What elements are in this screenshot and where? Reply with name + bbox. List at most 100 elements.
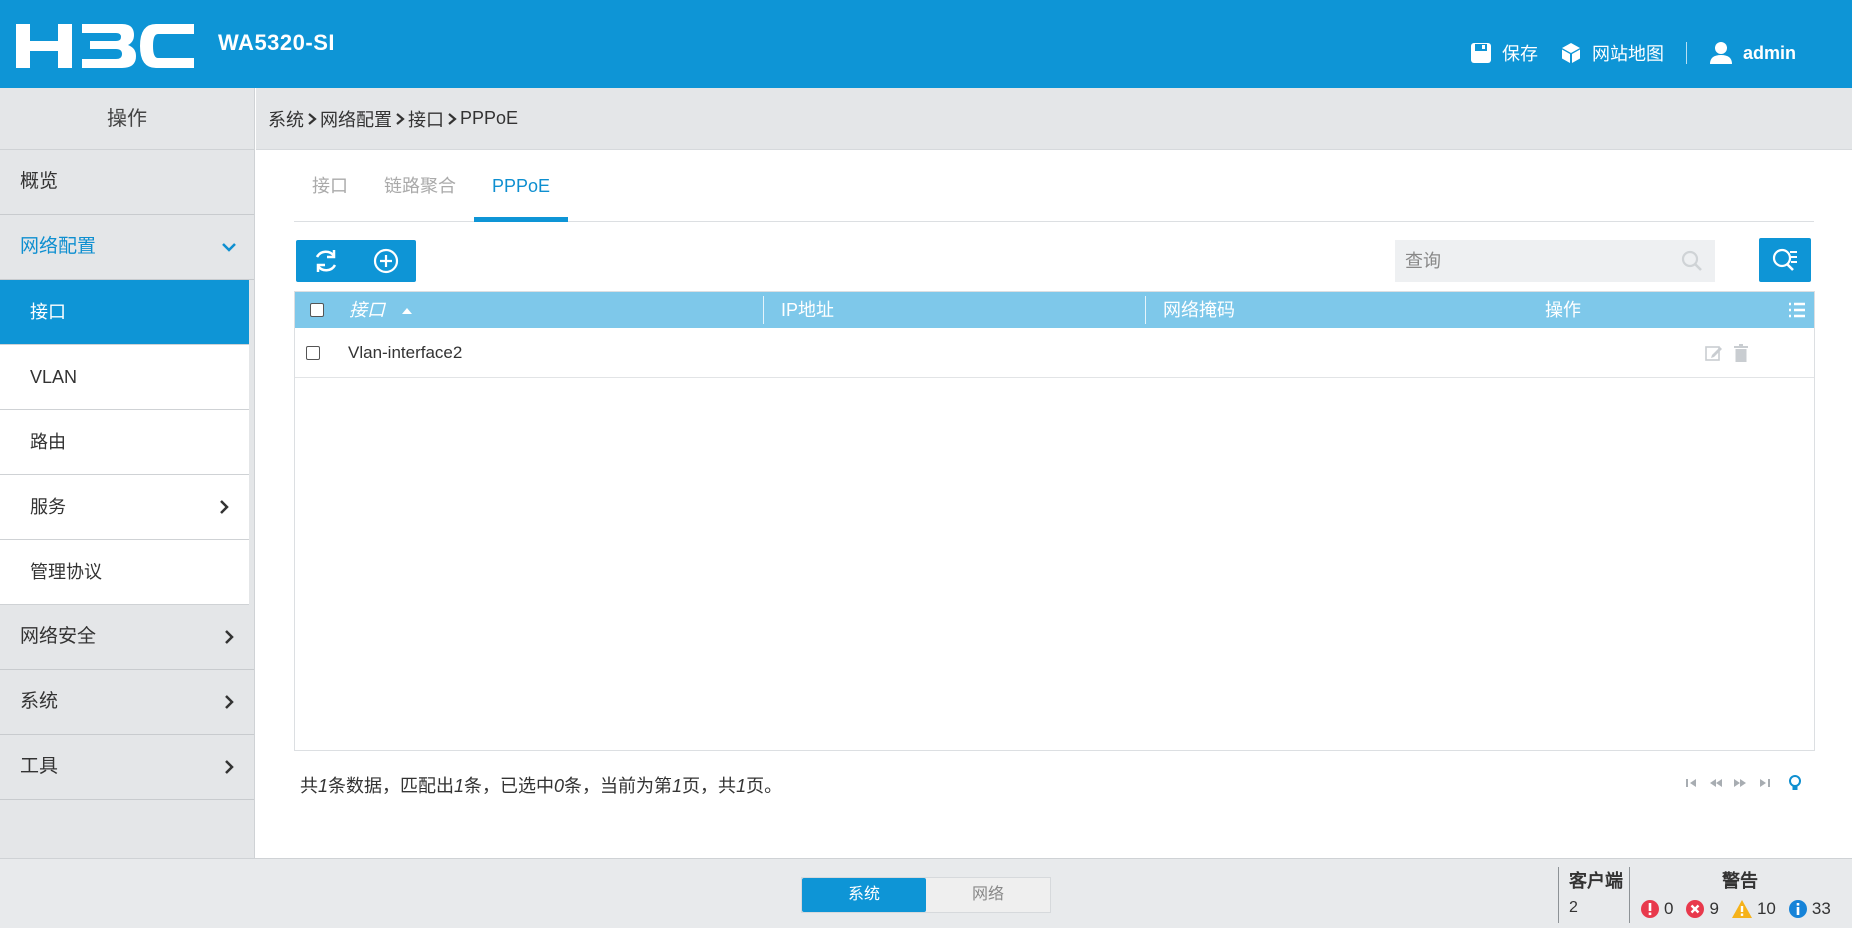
- sitemap-label: 网站地图: [1591, 44, 1664, 64]
- alarm-warning[interactable]: 10: [1731, 899, 1776, 919]
- column-header-netmask[interactable]: 网络掩码: [1163, 292, 1235, 328]
- trash-icon[interactable]: [1733, 344, 1749, 362]
- alarm-warning-count: 10: [1756, 899, 1776, 918]
- mode-network-button[interactable]: 网络: [926, 878, 1050, 912]
- alarm-critical-count: 0: [1664, 899, 1674, 918]
- refresh-button[interactable]: [296, 240, 356, 282]
- cell-interface: Vlan-interface2: [348, 343, 463, 362]
- row-checkbox[interactable]: [306, 346, 320, 360]
- sidebar-item-network-security[interactable]: 网络安全: [0, 605, 254, 670]
- plus-circle-icon: [373, 248, 399, 274]
- sidebar-item-interface[interactable]: 接口: [0, 280, 249, 345]
- summary-text: 页。: [746, 776, 783, 796]
- sidebar-item-label: 系统: [20, 691, 59, 712]
- user-menu[interactable]: admin: [1709, 41, 1796, 65]
- previous-page-icon[interactable]: [1708, 777, 1724, 789]
- first-page-icon[interactable]: [1684, 777, 1700, 789]
- table-header: 接口 IP地址 网络掩码 操作: [295, 292, 1814, 328]
- column-header-label: 接口: [349, 300, 385, 320]
- sidebar-item-overview[interactable]: 概览: [0, 150, 254, 215]
- save-button[interactable]: 保存: [1470, 40, 1538, 66]
- cube-icon: [1561, 43, 1580, 63]
- alarm-error[interactable]: 9: [1685, 899, 1719, 919]
- sidebar-item-management-protocols[interactable]: 管理协议: [0, 540, 249, 605]
- column-header-actions: 操作: [1545, 300, 1581, 320]
- pagination: [1676, 774, 1804, 792]
- sidebar-item-label: 接口: [30, 302, 66, 322]
- warning-triangle-icon: [1731, 900, 1752, 918]
- summary-matched: 1: [454, 776, 465, 796]
- add-button[interactable]: [356, 240, 416, 282]
- tab-interface[interactable]: 接口: [294, 165, 366, 221]
- chevron-right-icon: [308, 112, 317, 125]
- summary-page: 1: [672, 776, 683, 796]
- summary-text: 条，已选中: [464, 776, 555, 796]
- tab-pppoe[interactable]: PPPoE: [474, 165, 569, 222]
- chevron-right-icon: [225, 630, 234, 644]
- edit-icon[interactable]: [1705, 344, 1723, 362]
- alarm-info[interactable]: 33: [1788, 899, 1831, 919]
- h3c-logo: [16, 24, 194, 68]
- chevron-right-icon: [225, 760, 234, 774]
- interface-table: 接口 IP地址 网络掩码 操作 Vlan-interface2: [294, 291, 1815, 751]
- advanced-search-button[interactable]: [1759, 238, 1811, 282]
- sidebar-item-system[interactable]: 系统: [0, 670, 254, 735]
- alarms-panel: 0 9 10 33: [1640, 899, 1843, 919]
- column-header-ip-address[interactable]: IP地址: [781, 292, 834, 328]
- sidebar-item-label: 服务: [30, 497, 66, 517]
- sidebar-item-tools[interactable]: 工具: [0, 735, 254, 800]
- lightbulb-icon[interactable]: [1786, 774, 1804, 792]
- sidebar-item-label: VLAN: [30, 367, 78, 387]
- column-settings-icon[interactable]: [1787, 300, 1807, 320]
- search-input[interactable]: [1405, 250, 1665, 272]
- sidebar-title: 操作: [0, 88, 254, 150]
- summary-text: 条数据，匹配出: [328, 776, 455, 796]
- search-icon[interactable]: [1681, 250, 1703, 272]
- table-row[interactable]: Vlan-interface2: [295, 328, 1814, 378]
- sidebar-item-label: 工具: [20, 756, 59, 777]
- chevron-down-icon: [222, 243, 236, 252]
- user-icon: [1709, 42, 1732, 64]
- chevron-right-icon: [448, 112, 457, 125]
- summary-total: 1: [318, 776, 329, 796]
- device-model: WA5320-SI: [218, 30, 335, 55]
- header-divider: [1685, 42, 1687, 64]
- clients-panel[interactable]: 客户端 2: [1558, 867, 1630, 923]
- sitemap-button[interactable]: 网站地图: [1560, 40, 1664, 66]
- breadcrumb-item[interactable]: 接口: [408, 106, 444, 132]
- select-all-checkbox[interactable]: [310, 303, 324, 317]
- sidebar-item-routing[interactable]: 路由: [0, 410, 249, 475]
- tab-link-aggregation[interactable]: 链路聚合: [366, 165, 474, 221]
- sidebar-item-vlan[interactable]: VLAN: [0, 345, 249, 410]
- save-icon: [1470, 43, 1491, 63]
- username: admin: [1742, 42, 1796, 63]
- status-footer: 系统 网络 客户端 2 警告 0 9 10 33: [0, 858, 1852, 928]
- advanced-search-icon: [1772, 248, 1797, 271]
- view-mode-switch: 系统 网络: [801, 877, 1051, 913]
- last-page-icon[interactable]: [1756, 777, 1772, 789]
- sidebar-item-network-config[interactable]: 网络配置: [0, 215, 254, 280]
- breadcrumb-item[interactable]: 网络配置: [320, 106, 392, 132]
- next-page-icon[interactable]: [1732, 777, 1748, 789]
- alarm-info-count: 33: [1811, 899, 1831, 918]
- alarm-error-count: 9: [1709, 899, 1719, 918]
- column-divider: [763, 296, 764, 324]
- save-label: 保存: [1501, 44, 1538, 64]
- sidebar-item-services[interactable]: 服务: [0, 475, 249, 540]
- column-header-interface[interactable]: 接口: [349, 292, 414, 328]
- breadcrumb-item[interactable]: 系统: [268, 106, 304, 132]
- clients-label: 客户端: [1569, 871, 1623, 891]
- search-field: [1395, 240, 1715, 282]
- breadcrumb-current: PPPoE: [460, 108, 519, 128]
- sidebar-item-label: 管理协议: [30, 562, 102, 582]
- chevron-right-icon: [225, 695, 234, 709]
- chevron-right-icon: [220, 500, 229, 514]
- column-divider: [1145, 296, 1146, 324]
- breadcrumb: 系统 网络配置 接口 PPPoE: [256, 88, 1852, 150]
- error-x-icon: [1686, 900, 1705, 918]
- alarm-critical[interactable]: 0: [1640, 899, 1673, 919]
- sidebar-item-label: 概览: [20, 171, 59, 192]
- critical-alert-icon: [1641, 900, 1659, 918]
- sidebar-item-label: 路由: [30, 432, 66, 452]
- mode-system-button[interactable]: 系统: [802, 878, 926, 912]
